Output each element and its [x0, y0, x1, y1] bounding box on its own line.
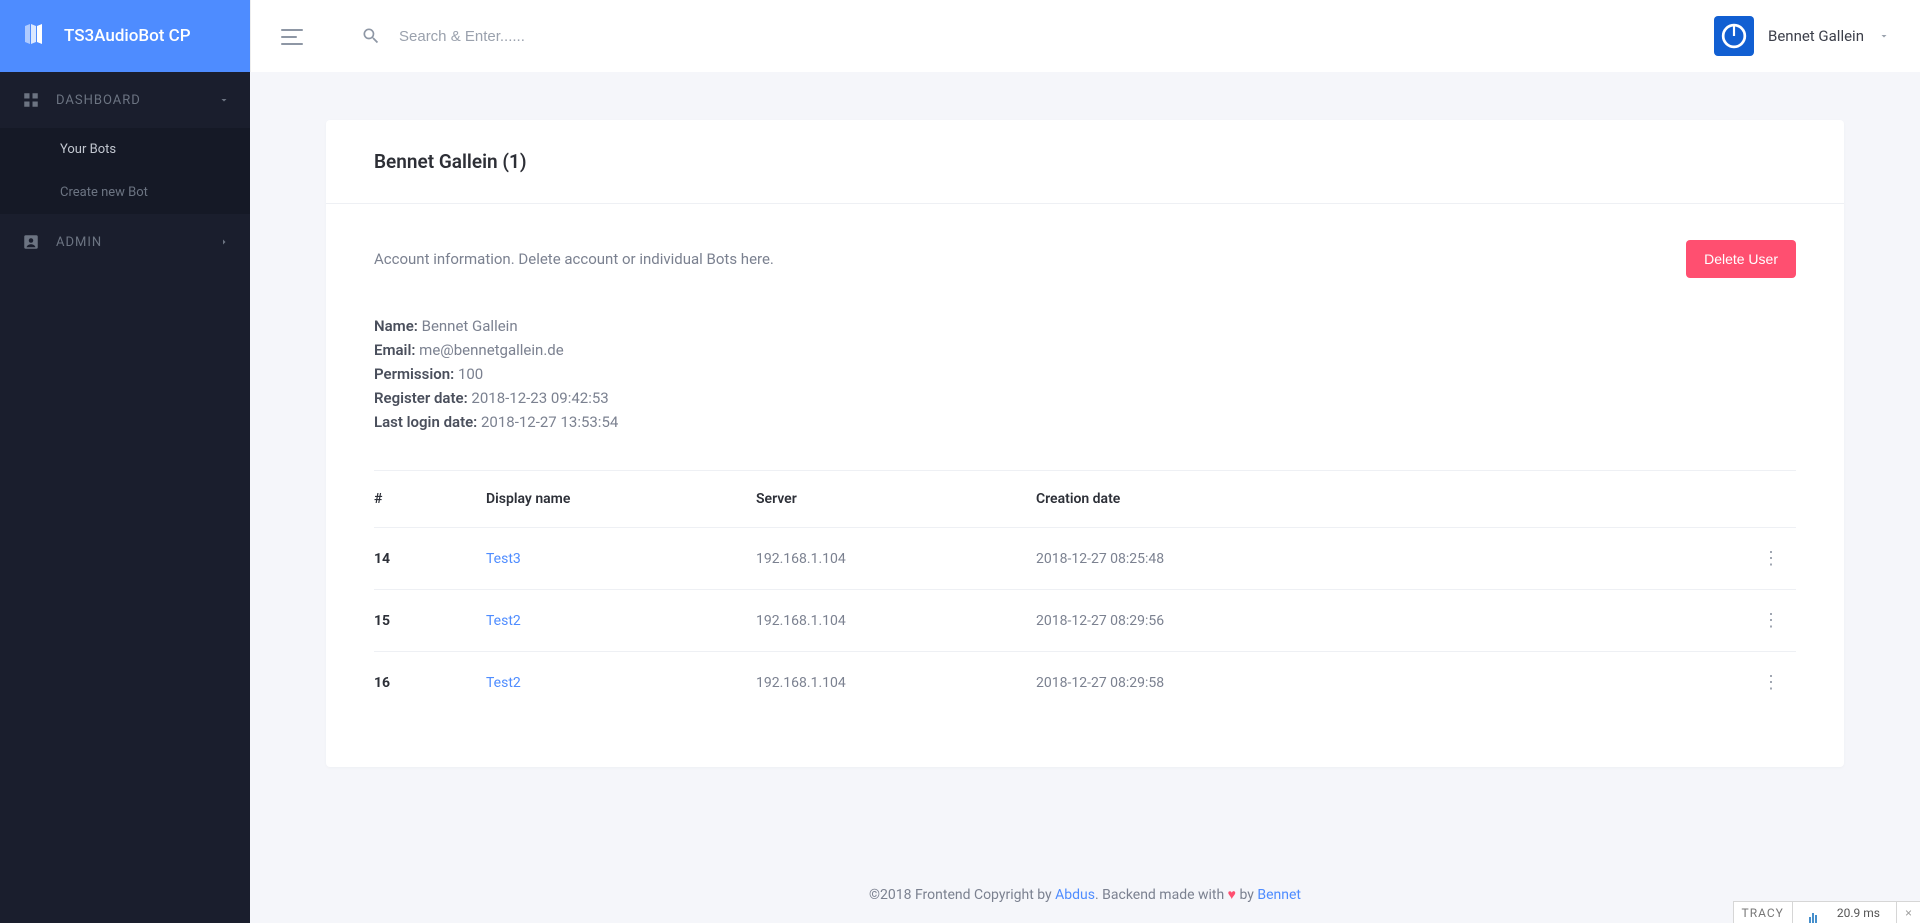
person-box-icon — [22, 233, 40, 251]
brand-title: TS3AudioBot CP — [64, 26, 191, 46]
cell-server: 192.168.1.104 — [744, 652, 1024, 714]
logo-icon — [22, 22, 46, 51]
footer-link-bennet[interactable]: Bennet — [1257, 887, 1301, 903]
col-date: Creation date — [1024, 471, 1746, 528]
cell-name: Test3 — [474, 528, 744, 590]
row-menu-icon[interactable]: ⋮ — [1758, 672, 1784, 693]
search-input[interactable] — [399, 28, 699, 45]
footer: ©2018 Frontend Copyright by Abdus. Backe… — [250, 866, 1920, 923]
bots-table: # Display name Server Creation date 14 Te… — [374, 470, 1796, 713]
cell-server: 192.168.1.104 — [744, 528, 1024, 590]
heart-icon: ♥ — [1228, 887, 1236, 903]
bot-link[interactable]: Test2 — [486, 675, 521, 691]
card: Bennet Gallein (1) Account information. … — [326, 120, 1844, 767]
page-subtitle: Account information. Delete account or i… — [374, 250, 774, 268]
cell-server: 192.168.1.104 — [744, 590, 1024, 652]
sidebar-item-admin[interactable]: ADMIN — [0, 214, 250, 270]
table-row: 14 Test3 192.168.1.1042018-12-27 08:25:48 ⋮ — [374, 528, 1796, 590]
row-menu-icon[interactable]: ⋮ — [1758, 610, 1784, 631]
bot-link[interactable]: Test3 — [486, 551, 521, 567]
cell-name: Test2 — [474, 652, 744, 714]
user-menu[interactable]: Bennet Gallein — [1714, 16, 1890, 56]
delete-user-button[interactable]: Delete User — [1686, 240, 1796, 278]
menu-toggle[interactable] — [281, 24, 305, 48]
sidebar-item-dashboard[interactable]: DASHBOARD — [0, 72, 250, 128]
account-info: Name: Bennet Gallein Email: me@bennetgal… — [374, 314, 1796, 434]
cell-date: 2018-12-27 08:29:58 — [1024, 652, 1746, 714]
sidebar: TS3AudioBot CP DASHBOARD Your Bots Creat… — [0, 0, 250, 923]
col-id: # — [374, 471, 474, 528]
topbar: Bennet Gallein — [250, 0, 1920, 72]
cell-id: 14 — [374, 528, 474, 590]
cell-date: 2018-12-27 08:25:48 — [1024, 528, 1746, 590]
cell-date: 2018-12-27 08:29:56 — [1024, 590, 1746, 652]
tracy-close[interactable]: × — [1896, 902, 1920, 923]
tracy-time[interactable]: 20.9 ms — [1793, 902, 1896, 923]
cell-id: 16 — [374, 652, 474, 714]
tracy-label: TRACY — [1734, 902, 1793, 923]
brand-bar[interactable]: TS3AudioBot CP — [0, 0, 250, 72]
sidebar-item-label: ADMIN — [56, 235, 102, 250]
power-icon — [1721, 23, 1747, 49]
page-title: Bennet Gallein (1) — [326, 120, 1844, 204]
footer-link-abdus[interactable]: Abdus — [1055, 887, 1095, 903]
user-name: Bennet Gallein — [1768, 27, 1864, 45]
main-content: Bennet Gallein (1) Account information. … — [250, 72, 1920, 923]
sidebar-item-create-bot[interactable]: Create new Bot — [0, 171, 250, 214]
bars-icon — [1801, 902, 1825, 923]
sidebar-item-label: DASHBOARD — [56, 93, 141, 108]
bot-link[interactable]: Test2 — [486, 613, 521, 629]
cell-name: Test2 — [474, 590, 744, 652]
chevron-right-icon — [218, 236, 230, 248]
table-row: 16 Test2 192.168.1.1042018-12-27 08:29:58 ⋮ — [374, 652, 1796, 714]
avatar — [1714, 16, 1754, 56]
search-icon — [361, 26, 381, 46]
table-row: 15 Test2 192.168.1.1042018-12-27 08:29:56 ⋮ — [374, 590, 1796, 652]
cell-id: 15 — [374, 590, 474, 652]
col-name: Display name — [474, 471, 744, 528]
tracy-bar[interactable]: TRACY 20.9 ms × — [1733, 901, 1920, 923]
grid-icon — [22, 91, 40, 109]
row-menu-icon[interactable]: ⋮ — [1758, 548, 1784, 569]
col-server: Server — [744, 471, 1024, 528]
sidebar-item-your-bots[interactable]: Your Bots — [0, 128, 250, 171]
chevron-down-icon — [218, 94, 230, 106]
caret-down-icon — [1878, 30, 1890, 42]
